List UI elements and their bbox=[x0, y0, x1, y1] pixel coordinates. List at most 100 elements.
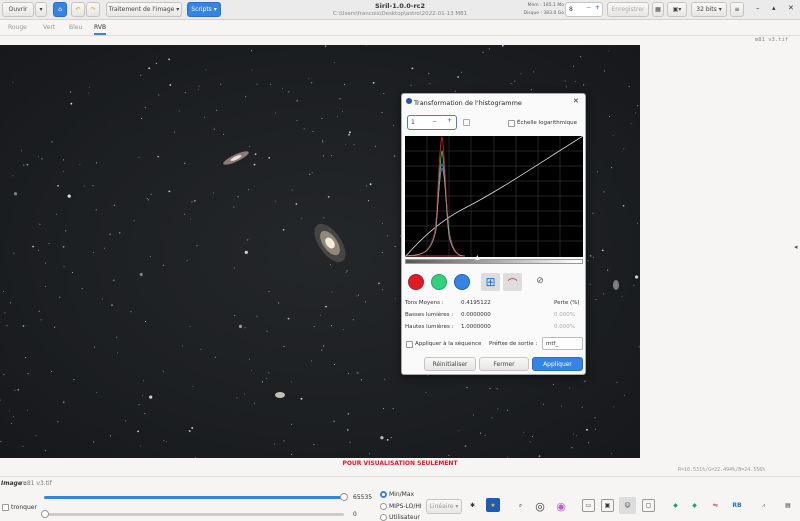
rgb-align-icon[interactable]: RB bbox=[729, 499, 745, 512]
reset-button[interactable]: Réinitialiser bbox=[424, 357, 476, 371]
scale-mode-select[interactable]: Linéaire ▾ bbox=[426, 499, 462, 514]
minus-icon[interactable]: − bbox=[586, 4, 591, 11]
globe-icon[interactable]: ◎ bbox=[533, 499, 547, 513]
galaxy-m81 bbox=[314, 223, 346, 263]
autostretch-icon[interactable]: ✱ bbox=[466, 499, 479, 512]
midtones-handle-icon[interactable]: ▲ bbox=[475, 254, 480, 261]
histogram-dialog: Transformation de l'histogramme ✕ 1 − + … bbox=[401, 93, 586, 375]
highlights-label: Hautes lumières : bbox=[405, 324, 454, 330]
bit-depth-button[interactable]: 32 bits ▾ bbox=[691, 2, 727, 17]
recent-dropdown-button[interactable]: ▾ bbox=[35, 2, 47, 17]
snapshot-button[interactable]: ▦ bbox=[652, 2, 664, 17]
radio-mips-label: MIPS-LO/HI bbox=[389, 503, 422, 510]
save-label: Enregistrer bbox=[611, 6, 645, 13]
target-icon[interactable]: ◉ bbox=[554, 499, 568, 513]
home-button[interactable]: ⌂ bbox=[53, 2, 67, 17]
close-button[interactable]: Fermer bbox=[479, 357, 529, 371]
photometry-icon[interactable]: ▭ bbox=[582, 499, 595, 512]
curve-toggle-icon[interactable]: ⌒ bbox=[503, 273, 522, 291]
visualization-banner: POUR VISUALISATION SEULEMENT bbox=[342, 460, 458, 467]
rotate-left-icon[interactable]: ◆ bbox=[669, 499, 682, 512]
memory-usage: Mem : 185.1 Mo bbox=[527, 3, 564, 8]
close-icon[interactable]: ✕ bbox=[788, 4, 794, 12]
pixel-readout: R=10.531%/G=22.494%/B=24.556% bbox=[678, 467, 766, 473]
chevron-down-icon: ▾ bbox=[39, 6, 43, 13]
dialog-title: Transformation de l'histogramme bbox=[414, 99, 522, 107]
apply-sequence-label: Appliquer à la séquence bbox=[415, 341, 482, 347]
redo-button[interactable]: ↷ bbox=[86, 2, 100, 17]
apply-sequence-checkbox[interactable] bbox=[406, 341, 413, 348]
blue-channel-toggle[interactable] bbox=[454, 274, 470, 290]
redo-icon: ↷ bbox=[90, 6, 96, 13]
radio-mips[interactable] bbox=[380, 503, 387, 510]
image-icon: ▣▾ bbox=[672, 6, 682, 13]
bits-label: 32 bits bbox=[696, 6, 717, 13]
low-value: 0 bbox=[353, 511, 357, 518]
disk-usage: Disque : 383.0 Go bbox=[523, 11, 564, 16]
high-slider-knob[interactable] bbox=[340, 493, 348, 501]
shadows-value: 0.0000000 bbox=[461, 312, 491, 318]
log-scale-checkbox[interactable] bbox=[508, 120, 515, 127]
scripts-button[interactable]: Scripts ▾ bbox=[187, 2, 221, 17]
histogram-plot[interactable] bbox=[404, 135, 584, 258]
zoom-fit-icon[interactable]: ▣ bbox=[601, 499, 614, 512]
highlights-value: 1.0000000 bbox=[461, 324, 491, 330]
plus-icon[interactable]: + bbox=[595, 4, 600, 11]
working-directory: C:\Users\francois\Desktop\astro\2022-01-… bbox=[332, 11, 468, 17]
app-title: Siril-1.0.0-rc2 bbox=[374, 2, 426, 10]
tab-rgb[interactable]: RVB bbox=[94, 24, 107, 35]
reset-label: Réinitialiser bbox=[432, 360, 468, 368]
threads-spinner[interactable]: 8 − + bbox=[565, 2, 603, 17]
high-slider[interactable] bbox=[44, 496, 344, 499]
galaxy-m82 bbox=[223, 151, 249, 165]
low-slider[interactable] bbox=[44, 513, 344, 516]
bottom-panel: Image : m81 v3.tif tronquer 65535 0 Min/… bbox=[0, 476, 800, 521]
midtones-label: Tons Moyens : bbox=[405, 300, 444, 306]
scale-mode-value: Linéaire bbox=[429, 503, 454, 510]
image-filename-label: m81 v3.tif bbox=[755, 37, 789, 43]
tab-green[interactable]: Vert bbox=[43, 24, 55, 31]
histogram-svg bbox=[404, 135, 584, 258]
image-value: m81 v3.tif bbox=[21, 480, 52, 487]
save-button[interactable]: Enregistrer bbox=[607, 2, 649, 17]
loss-label: Perte (%) bbox=[554, 300, 580, 306]
rotate-right-icon[interactable]: ◆ bbox=[688, 499, 701, 512]
clip-checkbox[interactable] bbox=[2, 504, 9, 511]
search-icon[interactable]: ⌕ bbox=[514, 499, 527, 512]
apply-label: Appliquer bbox=[543, 360, 572, 368]
tab-red[interactable]: Rouge bbox=[8, 24, 27, 31]
midtones-slider[interactable] bbox=[405, 259, 583, 264]
undo-button[interactable]: ↶ bbox=[71, 2, 85, 17]
low-slider-knob[interactable] bbox=[41, 510, 49, 518]
minimize-icon[interactable]: – bbox=[756, 4, 760, 12]
hamburger-icon: ≡ bbox=[734, 6, 740, 13]
mirror-icon[interactable]: ⇋ bbox=[709, 499, 722, 512]
zoom-spinner[interactable]: 1 − + bbox=[407, 115, 457, 130]
layers-icon[interactable]: ▤ bbox=[780, 499, 796, 512]
log-scale-label: Échelle logarithmique bbox=[517, 120, 577, 126]
minus-icon[interactable]: − bbox=[432, 118, 437, 125]
red-channel-toggle[interactable] bbox=[408, 274, 424, 290]
face-icon[interactable]: ☺ bbox=[619, 497, 636, 514]
grid-toggle-icon[interactable]: ⊞ bbox=[481, 273, 500, 291]
image-processing-button[interactable]: Traitement de l'image ▾ bbox=[106, 2, 182, 17]
apply-button[interactable]: Appliquer bbox=[532, 357, 583, 371]
prefix-input[interactable]: mtf_ bbox=[542, 337, 583, 350]
star-color-icon[interactable]: ★ bbox=[486, 498, 500, 512]
radio-minmax[interactable] bbox=[380, 491, 387, 498]
zoom-value: 1 bbox=[411, 119, 415, 126]
color-picker-icon[interactable]: ⊘ bbox=[533, 274, 547, 288]
panel-toggle-icon[interactable]: ◂ bbox=[794, 243, 798, 251]
channel-tabs: Rouge Vert Bleu RVB bbox=[0, 21, 800, 36]
open-button[interactable]: Ouvrir bbox=[2, 2, 34, 17]
maximize-icon[interactable]: ▴ bbox=[772, 4, 776, 12]
tab-blue[interactable]: Bleu bbox=[69, 24, 82, 31]
screenshot-button[interactable]: ▣▾ bbox=[667, 2, 687, 17]
zoom-reset-icon[interactable] bbox=[463, 119, 470, 126]
green-channel-toggle[interactable] bbox=[431, 274, 447, 290]
zoom-in-icon[interactable]: ▢ bbox=[642, 499, 655, 512]
close-icon[interactable]: ✕ bbox=[573, 97, 579, 105]
menu-button[interactable]: ≡ bbox=[730, 2, 744, 17]
plus-icon[interactable]: + bbox=[447, 117, 452, 124]
histogram-icon[interactable]: ⩘ bbox=[757, 499, 770, 512]
